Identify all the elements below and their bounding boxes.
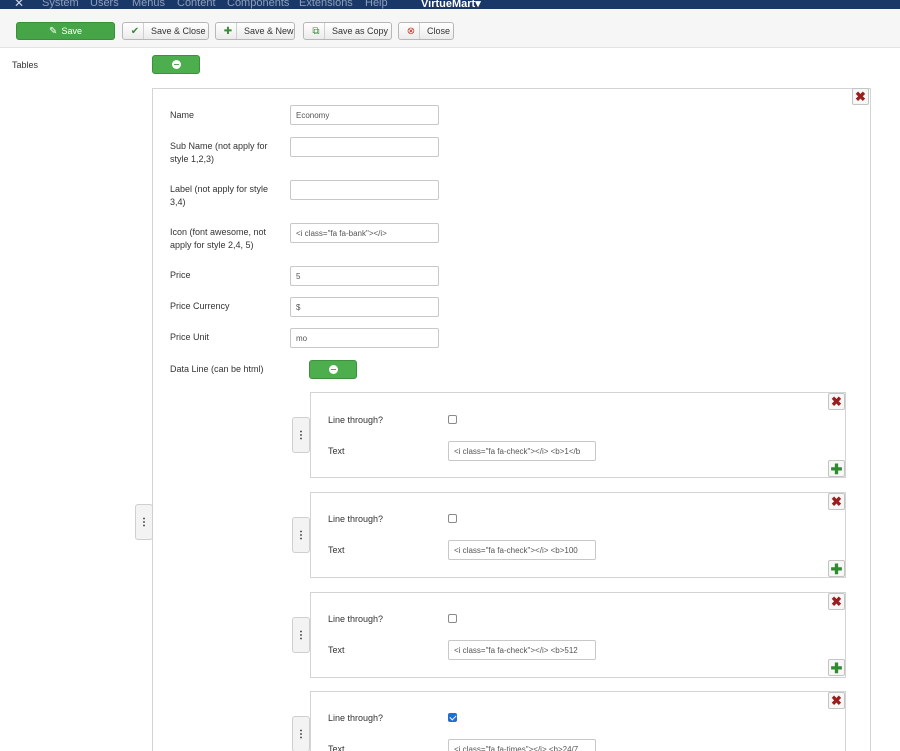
save-copy-button[interactable]: ⧉ Save as Copy [303, 22, 392, 40]
drag-handle-line[interactable]: ⋮ [292, 417, 310, 453]
menu-users[interactable]: Users [90, 0, 119, 9]
delete-line-button[interactable]: ✖ [828, 692, 845, 709]
cancel-circle-icon: ⊗ [403, 23, 420, 39]
close-icon: ✖ [831, 494, 842, 509]
line-text-input[interactable]: <i class="fa fa-check"></i> <b>1</b [448, 441, 596, 461]
grip-icon: ⋮ [296, 728, 306, 740]
menu-virtuemart[interactable]: VirtueMart▾ [421, 0, 481, 9]
label-input[interactable] [290, 180, 439, 200]
line-through-label: Line through? [328, 713, 384, 723]
line-through-checkbox[interactable] [448, 415, 457, 424]
copy-icon: ⧉ [308, 23, 325, 39]
line-through-checkbox[interactable] [448, 713, 457, 722]
close-button[interactable]: ⊗ Close [398, 22, 454, 40]
save-new-label: Save & New [244, 26, 294, 36]
data-line-item [310, 592, 846, 678]
text-label: Text [328, 545, 345, 555]
joomla-logo-icon[interactable]: ✕ [14, 0, 24, 9]
price-label: Price [170, 270, 191, 280]
data-line-label: Data Line (can be html) [170, 364, 264, 374]
price-unit-label: Price Unit [170, 332, 210, 342]
delete-table-button[interactable]: ✖ [852, 88, 869, 105]
line-text-input[interactable]: <i class="fa fa-check"></i> <b>100 [448, 540, 596, 560]
close-icon: ✖ [831, 594, 842, 609]
minus-circle-icon [328, 365, 338, 374]
data-line-item [310, 492, 846, 578]
price-unit-input[interactable]: mo [290, 328, 439, 348]
price-currency-input[interactable]: $ [290, 297, 439, 317]
icon-input[interactable]: <i class="fa fa-bank"></i> [290, 223, 439, 243]
drag-handle-table[interactable]: ⋮ [135, 504, 153, 540]
save-button[interactable]: ✎ Save [16, 22, 115, 40]
save-close-label: Save & Close [151, 26, 206, 36]
caret-down-icon: ▾ [475, 0, 481, 9]
add-line-button[interactable]: ✚ [828, 560, 845, 577]
menu-extensions[interactable]: Extensions [299, 0, 353, 9]
text-label: Text [328, 645, 345, 655]
line-through-checkbox[interactable] [448, 614, 457, 623]
tables-label: Tables [12, 60, 39, 70]
grip-icon: ⋮ [296, 629, 306, 641]
drag-handle-line[interactable]: ⋮ [292, 517, 310, 553]
admin-menu-bar: ✕ System Users Menus Content Components … [0, 0, 900, 9]
remove-table-button[interactable] [152, 55, 200, 74]
delete-line-button[interactable]: ✖ [828, 493, 845, 510]
menu-content[interactable]: Content [177, 0, 216, 9]
icon-label: Icon (font awesome, not apply for style … [170, 227, 267, 250]
menu-menus[interactable]: Menus [132, 0, 165, 9]
minus-circle-icon [171, 60, 181, 69]
close-icon: ✖ [831, 394, 842, 409]
line-text-input[interactable]: <i class="fa fa-times"></i> <b>24/7 [448, 739, 596, 751]
name-label: Name [170, 110, 195, 120]
subname-input[interactable] [290, 137, 439, 157]
add-line-button[interactable]: ✚ [828, 659, 845, 676]
line-through-label: Line through? [328, 514, 384, 524]
close-label: Close [427, 26, 451, 36]
save-close-button[interactable]: ✔ Save & Close [122, 22, 209, 40]
data-line-item [310, 392, 846, 478]
toolbar: ✎ Save ✔ Save & Close ✚ Save & New ⧉ Sav… [0, 9, 900, 48]
grip-icon: ⋮ [296, 429, 306, 441]
grip-icon: ⋮ [139, 516, 149, 528]
drag-handle-line[interactable]: ⋮ [292, 716, 310, 751]
text-label: Text [328, 744, 345, 751]
save-copy-label: Save as Copy [332, 26, 389, 36]
delete-line-button[interactable]: ✖ [828, 593, 845, 610]
label-label: Label (not apply for style 3,4) [170, 184, 269, 207]
subname-label: Sub Name (not apply for style 1,2,3) [170, 141, 268, 164]
plus-icon: ✚ [830, 659, 843, 676]
save-new-button[interactable]: ✚ Save & New [215, 22, 295, 40]
close-icon: ✖ [831, 693, 842, 708]
add-line-button[interactable]: ✚ [828, 460, 845, 477]
drag-handle-line[interactable]: ⋮ [292, 617, 310, 653]
plus-icon: ✚ [830, 460, 843, 477]
name-input[interactable]: Economy [290, 105, 439, 125]
menu-virtuemart-label: VirtueMart [421, 0, 476, 9]
grip-icon: ⋮ [296, 529, 306, 541]
line-through-label: Line through? [328, 415, 384, 425]
plus-icon: ✚ [830, 560, 843, 577]
price-currency-label: Price Currency [170, 301, 230, 311]
line-through-checkbox[interactable] [448, 514, 457, 523]
line-text-input[interactable]: <i class="fa fa-check"></i> <b>512 [448, 640, 596, 660]
menu-system[interactable]: System [42, 0, 79, 9]
remove-data-line-button[interactable] [309, 360, 357, 379]
close-icon: ✖ [855, 89, 866, 104]
delete-line-button[interactable]: ✖ [828, 393, 845, 410]
save-button-label: Save [61, 26, 82, 36]
edit-icon: ✎ [49, 25, 58, 37]
check-icon: ✔ [127, 23, 144, 39]
price-input[interactable]: 5 [290, 266, 439, 286]
menu-help[interactable]: Help [365, 0, 388, 9]
line-through-label: Line through? [328, 614, 384, 624]
text-label: Text [328, 446, 345, 456]
plus-icon: ✚ [220, 23, 237, 39]
menu-components[interactable]: Components [227, 0, 289, 9]
